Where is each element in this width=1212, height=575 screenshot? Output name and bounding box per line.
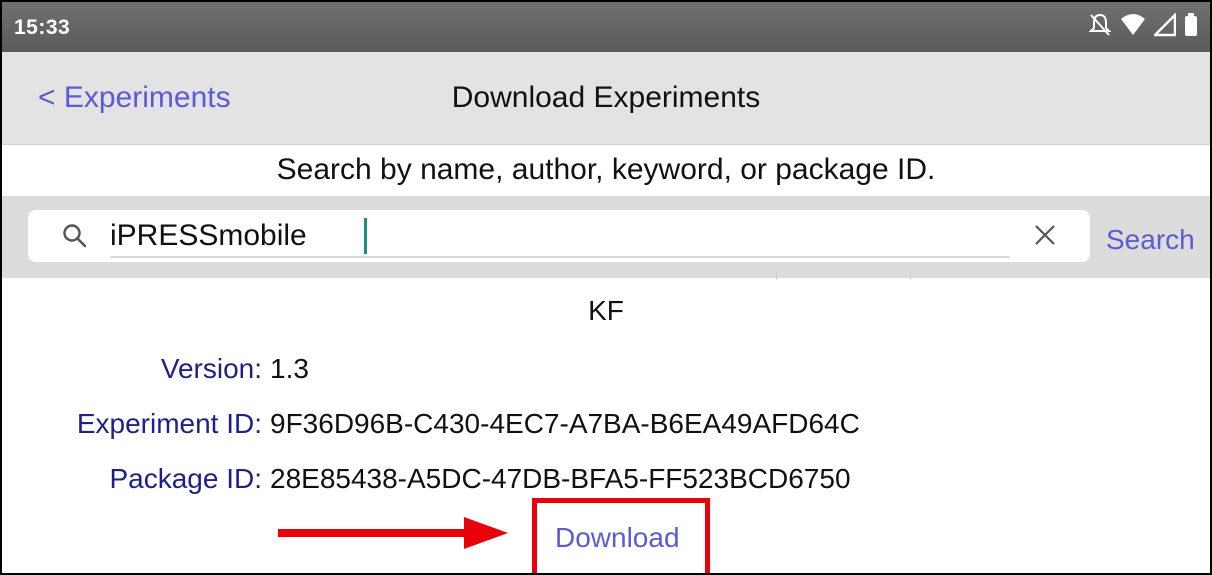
package-id-label: Package ID: <box>109 463 262 494</box>
page-title: Download Experiments <box>451 81 761 114</box>
divider <box>776 272 777 280</box>
annotation-arrow-icon <box>278 517 508 549</box>
app-window: 15:33 < Experiments Download Experiments… <box>0 0 1212 575</box>
experiment-id-row: Experiment ID: 9F36D96B-C430-4EC7-A7BA-B… <box>2 408 1210 444</box>
experiment-id-value: 9F36D96B-C430-4EC7-A7BA-B6EA49AFD64C <box>270 408 860 439</box>
package-id-value: 28E85438-A5DC-47DB-BFA5-FF523BCD6750 <box>270 463 851 494</box>
version-label: Version: <box>160 353 262 384</box>
annotation-highlight-box <box>532 498 710 573</box>
wifi-icon <box>1121 14 1145 35</box>
version-row: Version: 1.3 <box>2 353 1210 389</box>
experiment-title: KF <box>588 295 624 326</box>
status-bar: 15:33 <box>2 2 1210 52</box>
experiment-id-label: Experiment ID: <box>76 408 262 439</box>
clear-icon[interactable] <box>1032 222 1058 248</box>
search-bar: Search <box>2 196 1210 278</box>
version-value: 1.3 <box>270 353 309 384</box>
signal-icon <box>1154 13 1176 37</box>
text-cursor <box>364 218 367 254</box>
navigation-bar: < Experiments Download Experiments <box>2 52 1210 145</box>
battery-icon <box>1185 13 1197 36</box>
status-icons <box>1088 12 1198 38</box>
search-icon <box>63 224 87 248</box>
package-id-row: Package ID: 28E85438-A5DC-47DB-BFA5-FF52… <box>2 463 1210 499</box>
notifications-off-icon <box>1088 13 1112 36</box>
status-time: 15:33 <box>14 16 71 39</box>
search-hint: Search by name, author, keyword, or pack… <box>276 153 936 186</box>
divider <box>910 272 911 280</box>
search-box <box>28 210 1090 262</box>
search-input[interactable] <box>110 216 1010 258</box>
search-button[interactable]: Search <box>1106 224 1195 256</box>
